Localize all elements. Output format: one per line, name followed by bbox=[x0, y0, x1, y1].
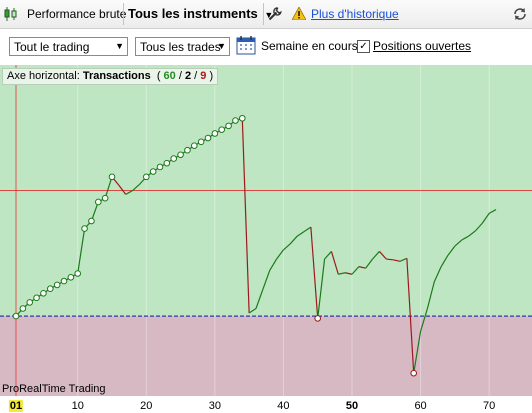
trading-select-value: Tout le trading bbox=[14, 40, 90, 54]
count-separator: / bbox=[178, 70, 182, 82]
trade-marker bbox=[142, 173, 150, 181]
trade-marker bbox=[410, 369, 418, 377]
trade-marker bbox=[53, 281, 61, 289]
trade-marker bbox=[197, 138, 205, 146]
trade-marker bbox=[218, 126, 226, 133]
trade-marker bbox=[60, 277, 68, 285]
losing-trades-count: 9 bbox=[200, 70, 207, 82]
x-tick-label: 20 bbox=[140, 400, 153, 412]
winning-trades-count: 60 bbox=[163, 70, 176, 82]
refresh-icon[interactable] bbox=[512, 0, 528, 28]
trade-marker bbox=[149, 168, 157, 175]
count-open: ( bbox=[156, 70, 161, 82]
instruments-dropdown-label: Tous les instruments bbox=[128, 6, 258, 21]
x-tick-label: 01 bbox=[8, 400, 24, 412]
trade-marker bbox=[67, 273, 75, 281]
trades-select-value: Tous les trades bbox=[140, 40, 221, 54]
x-axis: 01 10 20 30 40 50 60 70 bbox=[0, 396, 532, 413]
trade-marker bbox=[177, 151, 184, 159]
trade-marker bbox=[40, 289, 47, 297]
trades-select[interactable]: Tous les trades ▼ bbox=[135, 37, 230, 56]
trade-marker bbox=[170, 155, 178, 162]
axis-label-name: Transactions bbox=[82, 70, 151, 82]
toolbar: Performance brute Tous les instruments ▼… bbox=[0, 0, 532, 29]
performance-chart[interactable]: Axe horizontal: Transactions ( 60 / 2 / … bbox=[0, 65, 532, 396]
chart-canvas bbox=[0, 65, 532, 396]
trade-marker bbox=[101, 194, 109, 202]
trade-marker bbox=[225, 122, 232, 130]
trade-marker bbox=[26, 299, 34, 306]
trade-marker bbox=[163, 159, 171, 167]
trade-marker bbox=[12, 312, 20, 320]
axis-label-prefix: Axe horizontal: bbox=[7, 70, 80, 82]
x-tick-label: 70 bbox=[483, 400, 496, 412]
chevron-down-icon: ▼ bbox=[115, 41, 124, 51]
performance-button[interactable]: Performance brute bbox=[27, 0, 126, 28]
count-close: ) bbox=[209, 70, 214, 82]
trade-marker bbox=[232, 117, 239, 124]
filters-bar: Tout le trading ▼ Tous les trades ▼ Sema… bbox=[0, 29, 532, 65]
x-tick-label: 40 bbox=[277, 400, 290, 412]
trading-select[interactable]: Tout le trading ▼ bbox=[9, 37, 128, 56]
wrench-icon[interactable] bbox=[268, 0, 282, 28]
trade-marker bbox=[81, 225, 88, 232]
week-label: Semaine en cours bbox=[261, 39, 358, 53]
candlestick-icon[interactable] bbox=[3, 0, 19, 28]
axis-label-box: Axe horizontal: Transactions ( 60 / 2 / … bbox=[2, 68, 219, 85]
even-trades-count: 2 bbox=[184, 70, 192, 82]
trade-marker bbox=[238, 114, 246, 122]
x-tick-label: 60 bbox=[414, 400, 427, 412]
x-tick-label: 30 bbox=[208, 400, 221, 412]
trade-marker bbox=[94, 198, 102, 206]
trade-marker bbox=[184, 146, 191, 154]
trade-marker bbox=[314, 315, 322, 322]
count-separator: / bbox=[194, 70, 198, 82]
open-positions-checkbox[interactable]: ✓ bbox=[357, 40, 370, 53]
brand-label: ProRealTime Trading bbox=[2, 383, 106, 395]
trade-marker bbox=[190, 142, 198, 149]
trade-marker bbox=[204, 134, 212, 142]
curve-segment bbox=[386, 258, 394, 261]
instruments-dropdown[interactable]: Tous les instruments ▼ bbox=[128, 0, 273, 28]
warning-icon bbox=[291, 0, 307, 28]
trade-marker bbox=[108, 173, 116, 181]
trade-marker bbox=[156, 163, 164, 171]
more-history-link[interactable]: Plus d'historique bbox=[311, 0, 399, 28]
x-tick-label: 50 bbox=[345, 400, 359, 412]
open-positions-label[interactable]: Positions ouvertes bbox=[373, 39, 471, 53]
trade-marker bbox=[74, 270, 82, 277]
trade-marker bbox=[46, 285, 54, 293]
trade-marker bbox=[88, 217, 95, 225]
trade-marker bbox=[19, 305, 27, 312]
trade-marker bbox=[33, 294, 40, 302]
x-tick-label: 10 bbox=[71, 400, 84, 412]
calendar-icon[interactable] bbox=[236, 35, 256, 55]
chevron-down-icon: ▼ bbox=[217, 41, 226, 51]
trade-marker bbox=[211, 130, 219, 137]
